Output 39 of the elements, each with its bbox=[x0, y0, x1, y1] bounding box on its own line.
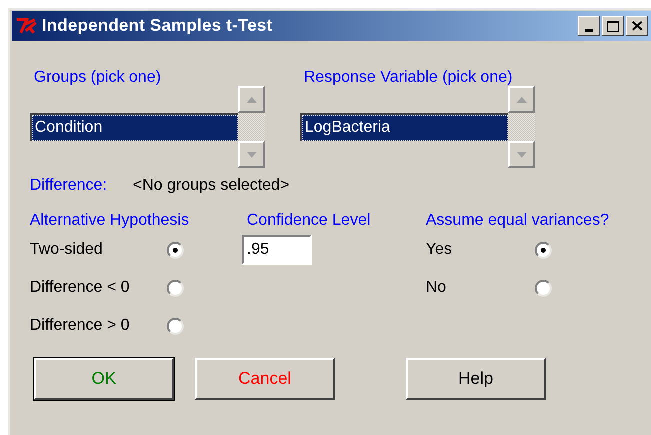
app-logo-icon bbox=[16, 17, 38, 35]
scroll-down-button[interactable] bbox=[238, 141, 265, 168]
option-label: Two-sided bbox=[30, 240, 104, 260]
up-arrow-icon bbox=[246, 96, 256, 102]
option-label: Difference > 0 bbox=[30, 316, 131, 336]
minimize-button[interactable] bbox=[578, 16, 600, 36]
option-label: Yes bbox=[426, 240, 454, 260]
maximize-button[interactable] bbox=[602, 16, 624, 36]
close-icon bbox=[632, 21, 642, 31]
radio-button[interactable] bbox=[535, 280, 552, 296]
radio-button[interactable] bbox=[535, 242, 552, 258]
scroll-up-button[interactable] bbox=[238, 86, 265, 113]
up-arrow-icon bbox=[516, 96, 526, 102]
radio-button[interactable] bbox=[167, 242, 184, 258]
scroll-down-button[interactable] bbox=[508, 141, 535, 168]
dialog-button[interactable]: Help bbox=[406, 358, 546, 400]
group-heading: Confidence Level bbox=[247, 211, 372, 231]
scroll-up-button[interactable] bbox=[508, 86, 535, 113]
list-label: Response Variable (pick one) bbox=[304, 68, 514, 86]
radio-button[interactable] bbox=[167, 280, 184, 296]
close-button[interactable] bbox=[626, 16, 648, 36]
scrollbar[interactable] bbox=[508, 86, 535, 168]
list-item[interactable]: Condition bbox=[32, 115, 238, 141]
list-label: Groups (pick one) bbox=[34, 68, 162, 86]
maximize-icon bbox=[607, 20, 619, 32]
option-label: Difference < 0 bbox=[30, 278, 131, 298]
list-item[interactable]: LogBacteria bbox=[302, 115, 508, 141]
input-field[interactable]: .95 bbox=[242, 235, 312, 265]
group-heading: Alternative Hypothesis bbox=[30, 211, 190, 231]
window-title: Independent Samples t-Test bbox=[42, 15, 273, 38]
down-arrow-icon bbox=[516, 152, 526, 158]
difference-label: Difference: bbox=[30, 176, 108, 196]
down-arrow-icon bbox=[246, 152, 256, 158]
scrollbar[interactable] bbox=[238, 86, 265, 168]
difference-value: <No groups selected> bbox=[133, 176, 290, 196]
minimize-icon bbox=[585, 29, 593, 32]
option-label: No bbox=[426, 278, 448, 298]
radio-button[interactable] bbox=[167, 318, 184, 334]
group-heading: Assume equal variances? bbox=[426, 211, 610, 231]
